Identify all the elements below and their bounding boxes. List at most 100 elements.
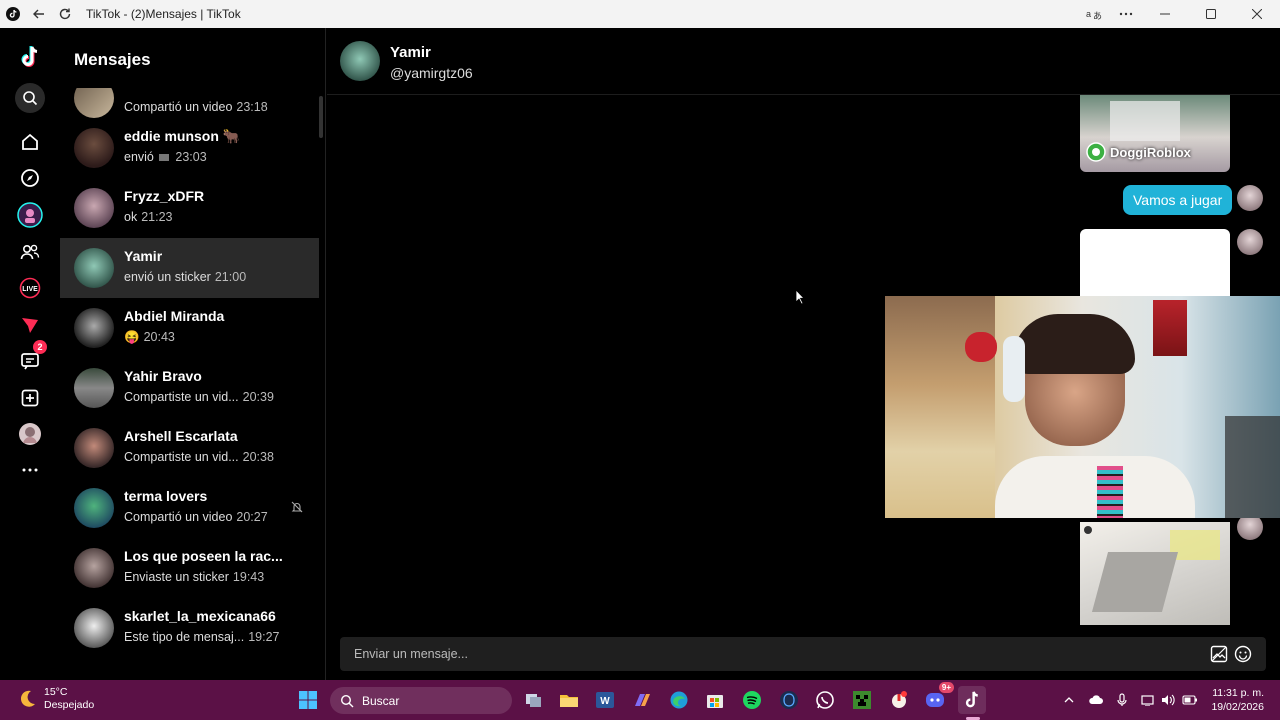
whatsapp-icon[interactable]: [811, 686, 839, 714]
microphone-icon[interactable]: [1114, 692, 1130, 708]
home-icon[interactable]: [15, 127, 45, 157]
windows-taskbar: 15°C Despejado Buscar W 9+ 11:31 p. m. 1…: [0, 680, 1280, 720]
file-explorer-icon[interactable]: [555, 686, 583, 714]
webcam-mic-arm: [1225, 416, 1280, 518]
avatar: [74, 308, 114, 348]
emoji-icon[interactable]: [1234, 645, 1252, 663]
chat-area: Yamir @yamirgtz06 DoggiRoblox Vamos a ju…: [327, 28, 1280, 680]
svg-text:W: W: [600, 696, 610, 707]
tiktok-logo-icon[interactable]: [15, 42, 45, 72]
close-icon[interactable]: [1234, 0, 1280, 28]
weather-temperature: 15°C: [44, 686, 68, 698]
explore-compass-icon[interactable]: [15, 163, 45, 193]
copilot-icon[interactable]: [628, 686, 656, 714]
cloud-icon[interactable]: [1088, 692, 1104, 708]
conversation-item[interactable]: Yahir Bravo Compartiste un vid... 20:39: [60, 358, 319, 418]
conversation-name: Yahir Bravo: [124, 368, 202, 384]
sender-avatar[interactable]: [1237, 229, 1263, 255]
windows-start-icon[interactable]: [294, 686, 322, 714]
tiktok-taskbar-icon[interactable]: [958, 686, 986, 714]
volume-icon[interactable]: [1160, 692, 1176, 708]
conversation-name: Arshell Escarlata: [124, 428, 238, 444]
refresh-icon[interactable]: [52, 0, 78, 28]
webcam-shirt: [995, 456, 1195, 518]
store-icon[interactable]: [701, 686, 729, 714]
webcam-shelf: [885, 296, 995, 518]
translate-icon[interactable]: aあ: [1078, 0, 1110, 28]
weather-condition: Despejado: [44, 699, 95, 711]
image-upload-icon[interactable]: [1210, 645, 1228, 663]
avatar: [74, 128, 114, 168]
conversation-name: Fryzz_xDFR: [124, 188, 205, 204]
camera-icon: [1084, 526, 1092, 534]
messages-heading: Mensajes: [74, 50, 151, 69]
message-input[interactable]: [354, 637, 1194, 671]
avatar: [74, 188, 114, 228]
conversation-name: Los que poseen la rac...: [124, 548, 283, 564]
sticker-card[interactable]: [1080, 229, 1230, 299]
spotify-icon[interactable]: [738, 686, 766, 714]
chat-avatar[interactable]: [340, 41, 380, 81]
maximize-icon[interactable]: [1188, 0, 1234, 28]
upload-icon[interactable]: [15, 383, 45, 413]
clock-time: 11:31 p. m.: [1212, 687, 1264, 699]
chat-contact-name[interactable]: Yamir: [390, 44, 431, 61]
avatar: [74, 548, 114, 588]
chevron-up-icon[interactable]: [1061, 692, 1077, 708]
muted-bell-icon: [291, 501, 303, 513]
conversation-item[interactable]: Fryzz_xDFR ok 21:23: [60, 178, 319, 238]
webcam-poster: [1153, 300, 1187, 356]
conversation-item[interactable]: Arshell Escarlata Compartiste un vid... 2…: [60, 418, 319, 478]
minecraft-icon[interactable]: [848, 686, 876, 714]
more-options-icon[interactable]: [1110, 0, 1142, 28]
message-bubble[interactable]: Vamos a jugar: [1123, 185, 1233, 215]
conversation-item[interactable]: Abdiel Miranda 😝 20:43: [60, 298, 319, 358]
chat-header: Yamir @yamirgtz06: [327, 28, 1280, 95]
moon-icon: [20, 690, 35, 707]
back-arrow-icon[interactable]: [26, 0, 52, 28]
conversation-preview: 😝 20:43: [124, 330, 175, 344]
profile-avatar-icon[interactable]: [15, 419, 45, 449]
webcam-headphones: [1003, 336, 1025, 402]
wifi-network-icon[interactable]: [1140, 692, 1156, 708]
inbox-icon[interactable]: 2: [15, 340, 47, 376]
search-icon[interactable]: [15, 83, 45, 113]
taskbar-search-label: Buscar: [362, 693, 400, 708]
task-view-icon[interactable]: [520, 686, 548, 714]
video-thumbnail-shape: [1091, 552, 1179, 612]
battery-icon[interactable]: [1182, 692, 1198, 708]
conversation-item[interactable]: eddie munson 🐂 envió 23:03: [60, 118, 319, 178]
conversation-name: Yamir: [124, 248, 163, 264]
app-icon-dark-shield[interactable]: [775, 686, 803, 714]
app-icon-red[interactable]: [885, 686, 913, 714]
conversation-item[interactable]: Los que poseen la rac... Enviaste un sti…: [60, 538, 319, 598]
video-thumbnail-shape: [1170, 530, 1220, 560]
search-icon: [340, 694, 354, 707]
conversation-name: skarlet_la_mexicana66: [124, 608, 276, 624]
taskbar-search-box[interactable]: Buscar: [330, 687, 512, 714]
conversation-list-scrollbar[interactable]: [319, 96, 323, 138]
conversation-item-active[interactable]: Yamir envió un sticker 21:00: [60, 238, 319, 298]
send-message-icon[interactable]: [15, 310, 45, 340]
shared-video-card[interactable]: [1080, 522, 1230, 625]
word-icon[interactable]: W: [591, 686, 619, 714]
conversation-preview: envió 23:03: [124, 150, 207, 164]
friends-icon[interactable]: [15, 237, 45, 267]
weather-widget[interactable]: 15°C Despejado: [16, 686, 94, 712]
conversation-name: terma lovers: [124, 488, 208, 504]
edge-icon[interactable]: [665, 686, 693, 714]
conversation-item[interactable]: terma lovers Compartió un video 20:27: [60, 478, 319, 538]
live-avatar-icon[interactable]: [15, 200, 45, 230]
shared-video-card[interactable]: DoggiRoblox: [1080, 95, 1230, 172]
discord-icon[interactable]: 9+: [922, 682, 954, 714]
conversation-name: Abdiel Miranda: [124, 308, 225, 324]
conversation-preview: Compartió un video 23:18: [124, 100, 268, 114]
live-icon[interactable]: LIVE: [15, 273, 45, 303]
minimize-icon[interactable]: [1142, 0, 1188, 28]
author-avatar-icon: [1086, 142, 1106, 162]
more-options-icon[interactable]: [15, 455, 45, 485]
chat-contact-handle[interactable]: @yamirgtz06: [390, 65, 473, 81]
conversation-item[interactable]: skarlet_la_mexicana66 Este tipo de mensa…: [60, 598, 319, 658]
sender-avatar[interactable]: [1237, 185, 1263, 211]
system-clock[interactable]: 11:31 p. m. 19/02/2026: [1211, 686, 1264, 714]
